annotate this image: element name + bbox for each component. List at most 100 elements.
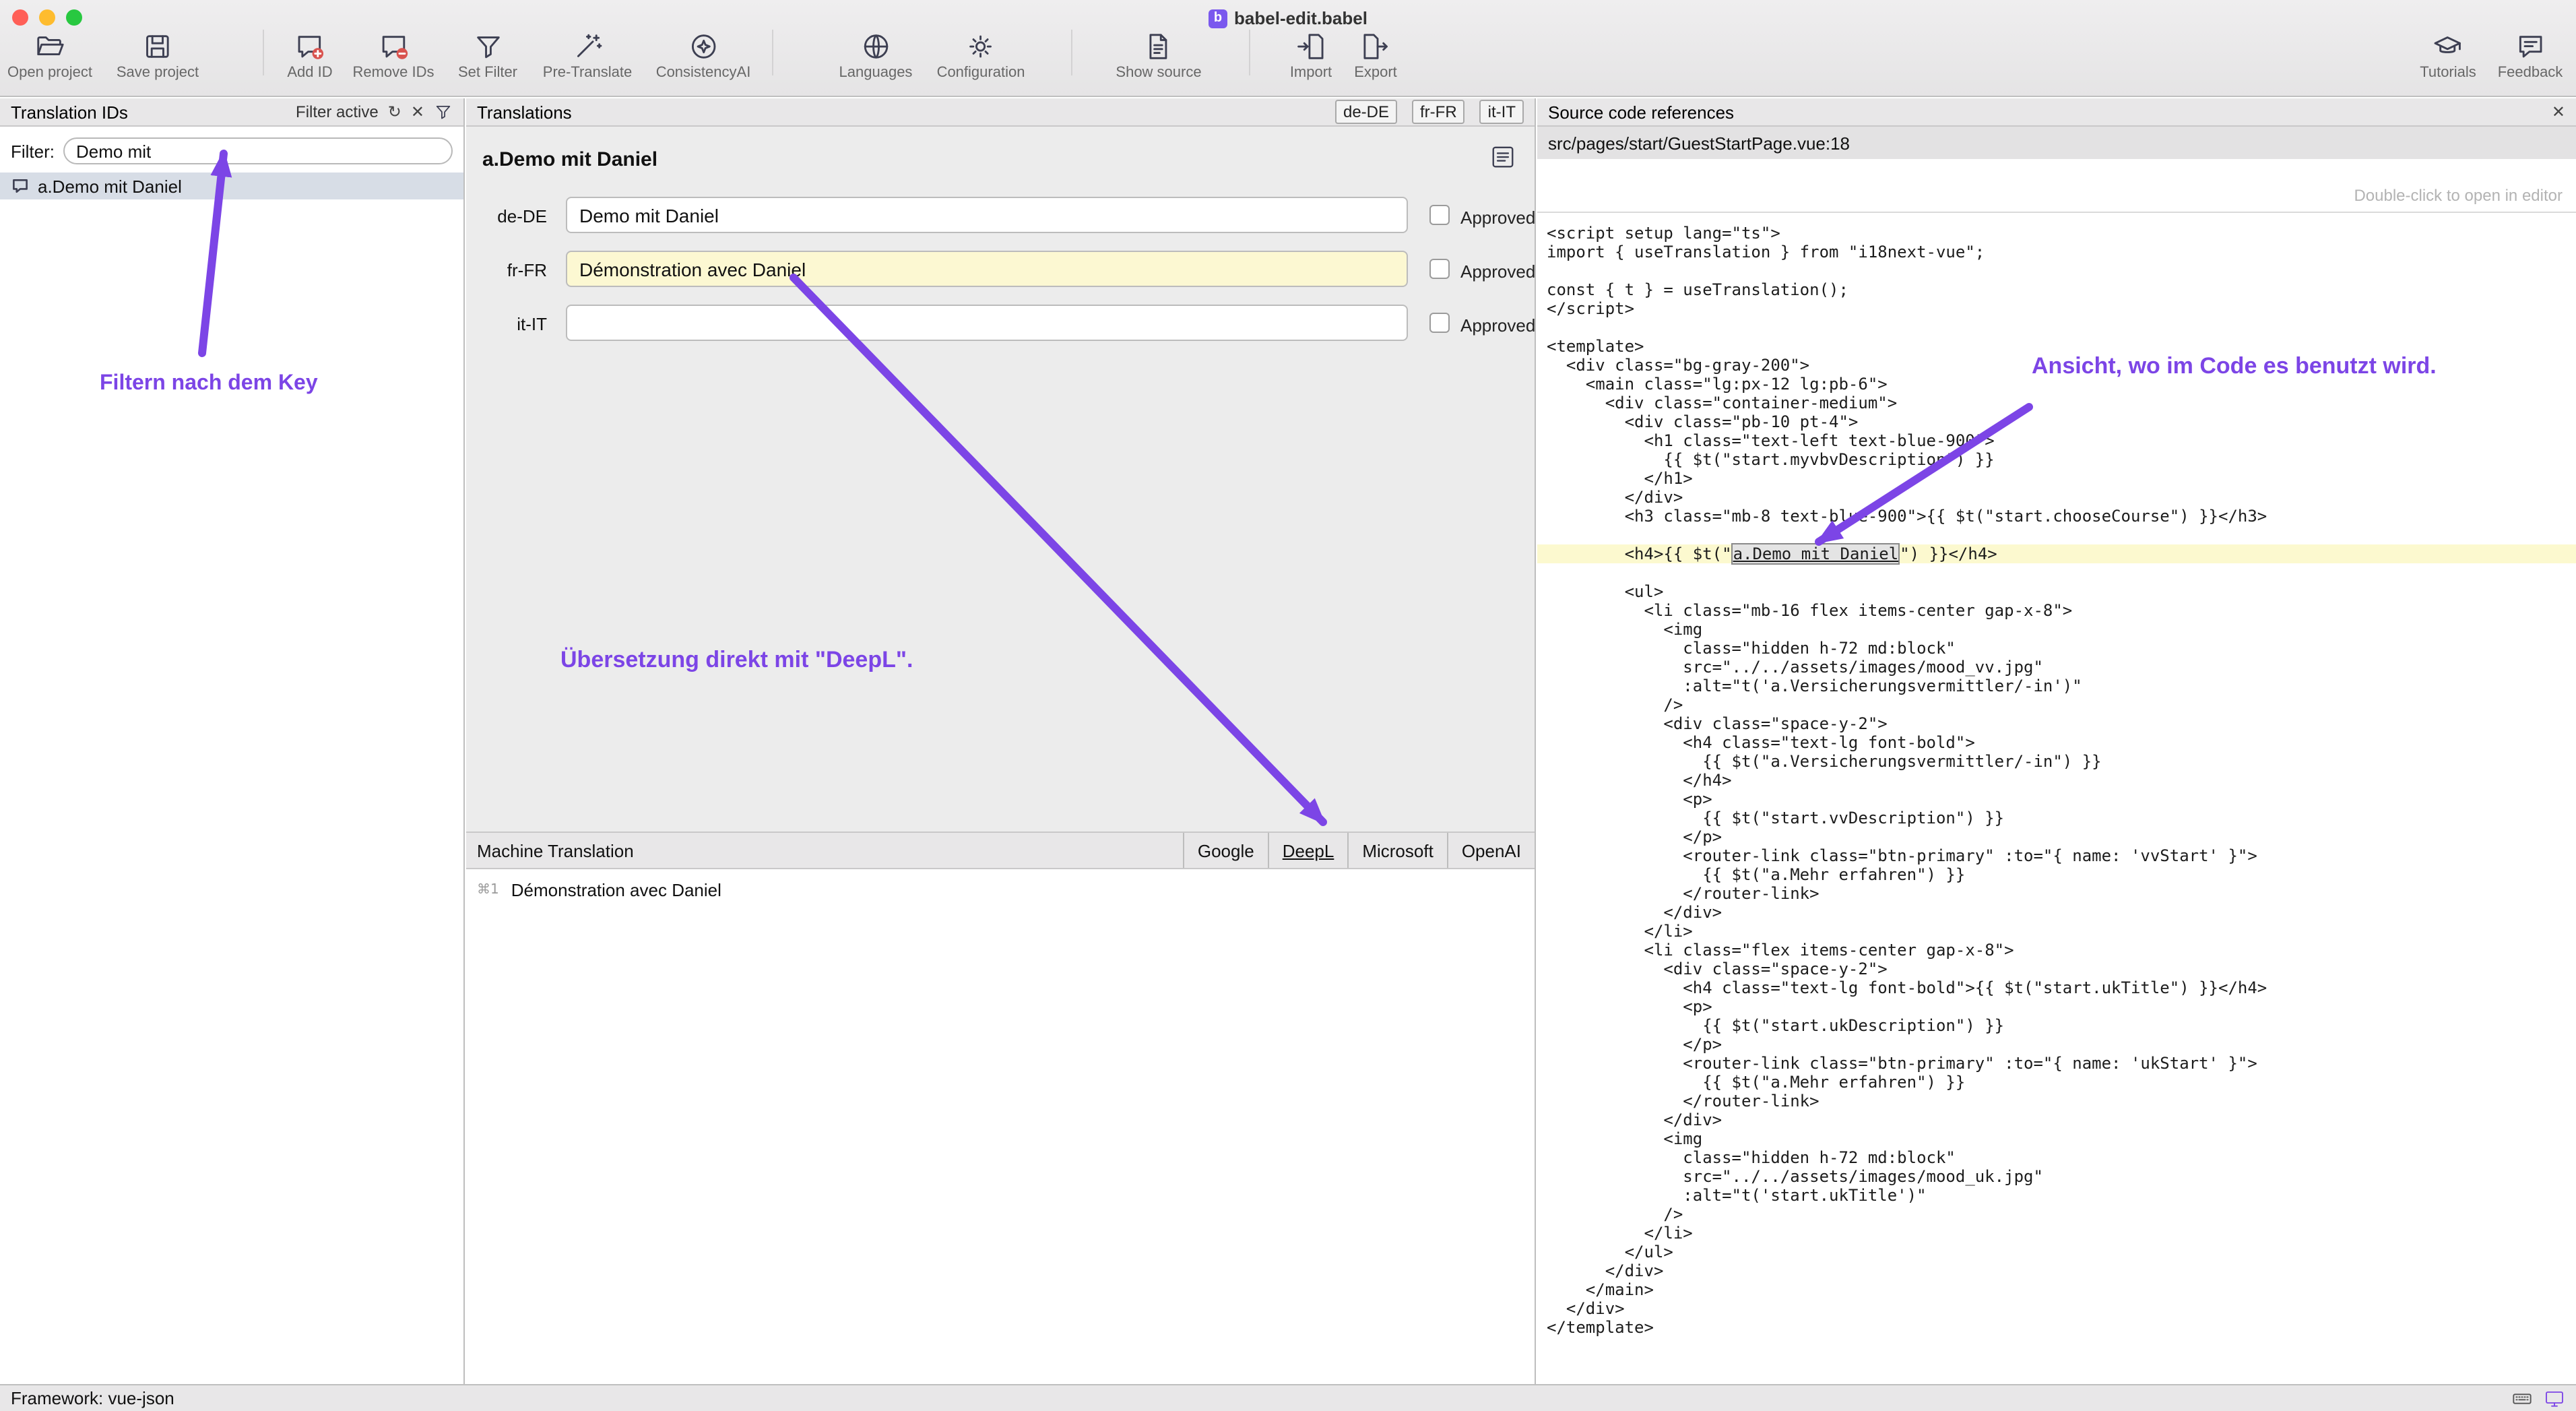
code-line: <h4 class="text-lg font-bold">: [1537, 733, 2576, 752]
code-line: <template>: [1537, 337, 2576, 356]
code-line: </li>: [1537, 1224, 2576, 1243]
translation-id-item[interactable]: a.Demo mit Daniel: [0, 173, 463, 199]
note-icon: [1490, 144, 1516, 170]
hint-row: Double-click to open in editor: [1537, 159, 2576, 213]
code-line: </template>: [1537, 1318, 2576, 1337]
highlighted-translation-key[interactable]: a.Demo mit Daniel: [1732, 543, 1900, 565]
refresh-filter-icon[interactable]: ↻: [388, 104, 401, 120]
approved-checkbox-de[interactable]: [1429, 205, 1450, 225]
translation-input-fr[interactable]: [566, 251, 1408, 287]
code-line: <div class="container-medium">: [1537, 394, 2576, 412]
machine-translation-header: Machine Translation Google DeepL Microso…: [466, 832, 1535, 869]
toolbar-separator: [772, 30, 773, 75]
translations-title: Translations: [477, 102, 572, 122]
code-line: <p>: [1537, 790, 2576, 809]
code-line: <img: [1537, 1129, 2576, 1148]
code-line: [1537, 563, 2576, 582]
code-line: src="../../assets/images/mood_uk.jpg": [1537, 1167, 2576, 1186]
save-project-button[interactable]: Save project: [117, 31, 199, 81]
clear-filter-icon[interactable]: ✕: [411, 104, 424, 120]
provider-tab-google[interactable]: Google: [1183, 833, 1268, 868]
export-button[interactable]: Export: [1354, 31, 1397, 81]
code-line: />: [1537, 1205, 2576, 1224]
set-filter-button[interactable]: Set Filter: [458, 31, 517, 81]
code-line: <div class="space-y-2">: [1537, 960, 2576, 978]
entry-key-heading: a.Demo mit Daniel: [482, 148, 657, 171]
provider-tab-deepl[interactable]: DeepL: [1268, 833, 1348, 868]
display-icon[interactable]: [2544, 1387, 2565, 1409]
provider-tab-microsoft[interactable]: Microsoft: [1347, 833, 1446, 868]
translation-row-fr: fr-FR Approved: [482, 251, 1535, 288]
languages-button[interactable]: Languages: [839, 31, 913, 81]
magic-wand-icon: [572, 31, 603, 62]
provider-tab-openai[interactable]: OpenAI: [1447, 833, 1535, 868]
source-file-reference[interactable]: src/pages/start/GuestStartPage.vue:18: [1537, 127, 2576, 159]
translations-panel: Translations de-DE fr-FR it-IT a.Demo mi…: [466, 98, 1536, 1384]
code-line: </div>: [1537, 903, 2576, 922]
bubble-plus-icon: [294, 31, 325, 62]
code-line: </script>: [1537, 299, 2576, 318]
code-line: </p>: [1537, 827, 2576, 846]
pre-translate-button[interactable]: Pre-Translate: [543, 31, 632, 81]
configuration-button[interactable]: Configuration: [937, 31, 1025, 81]
code-line: {{ $t("a.Mehr erfahren") }}: [1537, 1073, 2576, 1092]
code-line: {{ $t("a.Mehr erfahren") }}: [1537, 865, 2576, 884]
code-line: src="../../assets/images/mood_vv.jpg": [1537, 658, 2576, 677]
code-line: </div>: [1537, 488, 2576, 507]
code-line: <li class="flex items-center gap-x-8">: [1537, 941, 2576, 960]
lang-tab-fr[interactable]: fr-FR: [1412, 100, 1465, 124]
window-chrome: b babel-edit.babel Open project Save pro…: [0, 0, 2576, 97]
mt-shortcut-label: ⌘1: [477, 883, 499, 898]
feedback-bubble-icon: [2515, 31, 2546, 62]
code-line: [1537, 261, 2576, 280]
code-line: {{ $t("start.vvDescription") }}: [1537, 809, 2576, 827]
lang-tab-de[interactable]: de-DE: [1335, 100, 1397, 124]
graduation-cap-icon: [2433, 31, 2464, 62]
code-line: [1537, 526, 2576, 544]
feedback-button[interactable]: Feedback: [2498, 31, 2563, 81]
code-line: {{ $t("start.myvbvDescription") }}: [1537, 450, 2576, 469]
code-line: <router-link class="btn-primary" :to="{ …: [1537, 846, 2576, 865]
translation-editor: a.Demo mit Daniel de-DE Approved fr-FR A…: [466, 127, 1535, 832]
open-folder-icon: [34, 31, 65, 62]
show-source-button[interactable]: Show source: [1116, 31, 1201, 81]
sparkle-badge-icon: [688, 31, 719, 62]
code-line: <h4>{{ $t("a.Demo mit Daniel") }}</h4>: [1537, 544, 2576, 563]
translation-id-label: a.Demo mit Daniel: [38, 176, 182, 196]
app-icon: b: [1209, 9, 1227, 28]
source-references-title: Source code references: [1548, 102, 1734, 122]
approved-checkbox-it[interactable]: [1429, 313, 1450, 333]
code-line: [1537, 318, 2576, 337]
entry-note-button[interactable]: [1490, 144, 1516, 170]
import-button[interactable]: Import: [1290, 31, 1332, 81]
code-line: <div class="space-y-2">: [1537, 714, 2576, 733]
filter-icon[interactable]: [434, 102, 453, 121]
add-id-button[interactable]: Add ID: [287, 31, 332, 81]
code-line: <div class="pb-10 pt-4">: [1537, 412, 2576, 431]
tutorials-button[interactable]: Tutorials: [2420, 31, 2476, 81]
code-line: </li>: [1537, 922, 2576, 941]
consistency-ai-button[interactable]: ConsistencyAI: [656, 31, 751, 81]
filter-input[interactable]: [63, 137, 453, 164]
titlebar: b babel-edit.babel: [0, 7, 2576, 30]
code-line: <h3 class="mb-8 text-blue-900">{{ $t("st…: [1537, 507, 2576, 526]
filter-row: Filter:: [0, 127, 463, 173]
remove-ids-button[interactable]: Remove IDs: [352, 31, 434, 81]
bubble-minus-icon: [378, 31, 409, 62]
translation-ids-title: Translation IDs: [11, 102, 128, 122]
open-project-button[interactable]: Open project: [7, 31, 92, 81]
approved-checkbox-fr[interactable]: [1429, 259, 1450, 279]
code-line: <ul>: [1537, 582, 2576, 601]
code-line: </main>: [1537, 1280, 2576, 1299]
status-bar: Framework: vue-json: [0, 1384, 2576, 1411]
code-line: :alt="t('a.Versicherungsvermittler/-in')…: [1537, 677, 2576, 695]
translation-input-de[interactable]: [566, 197, 1408, 233]
lang-label-de: de-DE: [482, 206, 547, 226]
lang-tab-it[interactable]: it-IT: [1480, 100, 1524, 124]
mt-suggestion-row[interactable]: ⌘1 Démonstration avec Daniel: [466, 869, 1535, 900]
approved-label-de: Approved: [1460, 208, 1535, 228]
keyboard-icon[interactable]: [2511, 1387, 2533, 1409]
translation-row-it: it-IT Approved: [482, 305, 1535, 342]
close-panel-icon[interactable]: ✕: [2552, 104, 2565, 120]
translation-input-it[interactable]: [566, 305, 1408, 341]
